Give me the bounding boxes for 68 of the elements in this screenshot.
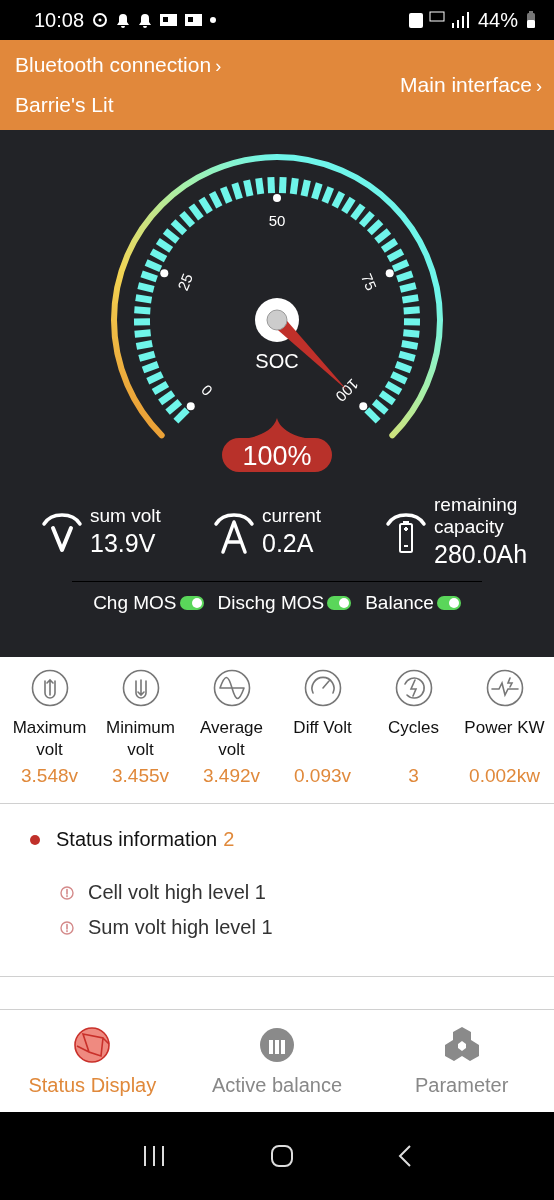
pulse-icon [485, 669, 524, 707]
metric-label: Minimum volt [105, 717, 176, 761]
switch-label: Dischg MOS [217, 592, 325, 614]
hexagon-icon [442, 1025, 481, 1064]
battery-percent: 44% [477, 8, 518, 32]
metric-label: Diff Volt [292, 717, 353, 739]
toggle-switch[interactable] [327, 596, 352, 610]
bell-icon [116, 12, 131, 28]
bluetooth-connection-link[interactable]: Bluetooth connection › [15, 53, 222, 77]
tick-label: 25 [174, 270, 197, 293]
metric-label: Power KW [463, 717, 546, 739]
arrow-up-icon [30, 669, 69, 707]
status-item: Cell volt high level 1 [88, 881, 266, 904]
reading-label: current [262, 505, 322, 528]
toggle-switch[interactable] [436, 596, 461, 610]
reading-label: remaining capacity [434, 494, 519, 538]
battery-icon [526, 11, 536, 29]
gauge-icon [303, 669, 342, 707]
globe-icon [73, 1025, 112, 1064]
switch-label: Balance [365, 592, 434, 614]
tick-label: 0 [197, 381, 216, 400]
metric-label: Maximum volt [11, 717, 88, 761]
tick-label: 100 [332, 375, 363, 406]
metric-value: 3 [408, 765, 419, 787]
tick-label: 75 [357, 270, 380, 293]
soc-reading: 100% [242, 441, 312, 471]
status-info-title: Status information [56, 828, 218, 851]
toggle-switch[interactable] [179, 596, 204, 610]
reading-value: 13.9V [90, 528, 157, 560]
status-item: Sum volt high level 1 [88, 916, 273, 939]
metric-value: 3.455v [111, 765, 169, 787]
reading-label: sum volt [90, 505, 161, 528]
metric-label: Average volt [199, 717, 264, 761]
reading-value: 280.0Ah [434, 538, 529, 570]
arrow-down-icon [121, 669, 160, 707]
warning-icon [60, 885, 74, 900]
switch-label: Chg MOS [93, 592, 177, 614]
main-interface-link[interactable]: Main interface › [400, 73, 542, 97]
tick-dot [160, 269, 169, 278]
dot-icon [210, 17, 217, 23]
metric-value: 3.548v [20, 765, 78, 787]
warning-icon [60, 920, 74, 935]
gauge-label: SOC [255, 350, 299, 372]
app-notification-icon [185, 14, 203, 26]
metric-value: 0.093v [293, 765, 351, 787]
device-name: Barrie's Lit [15, 93, 115, 117]
sine-wave-icon [212, 669, 251, 707]
signal-icons [407, 10, 470, 30]
bullet-icon [30, 834, 40, 845]
tick-label: 50 [268, 211, 286, 229]
bell-icon [138, 12, 153, 28]
back-icon[interactable] [398, 1144, 412, 1168]
metric-value: 0.002kw [469, 765, 540, 787]
tick-dot [186, 402, 195, 411]
cycle-icon [394, 669, 433, 707]
metric-value: 3.492v [202, 765, 260, 787]
clock: 10:08 [34, 8, 85, 32]
needle-cap [266, 309, 288, 331]
status-count: 2 [223, 828, 235, 851]
metric-label: Cycles [387, 717, 440, 739]
recent-apps-icon[interactable] [142, 1145, 166, 1167]
tick-dot [273, 194, 281, 202]
reading-value: 0.2A [262, 528, 315, 560]
tick-dot [359, 402, 368, 411]
battery-cells-icon [258, 1025, 296, 1064]
tick-dot [385, 269, 394, 278]
home-icon[interactable] [270, 1144, 294, 1168]
app-notification-icon [160, 14, 178, 26]
